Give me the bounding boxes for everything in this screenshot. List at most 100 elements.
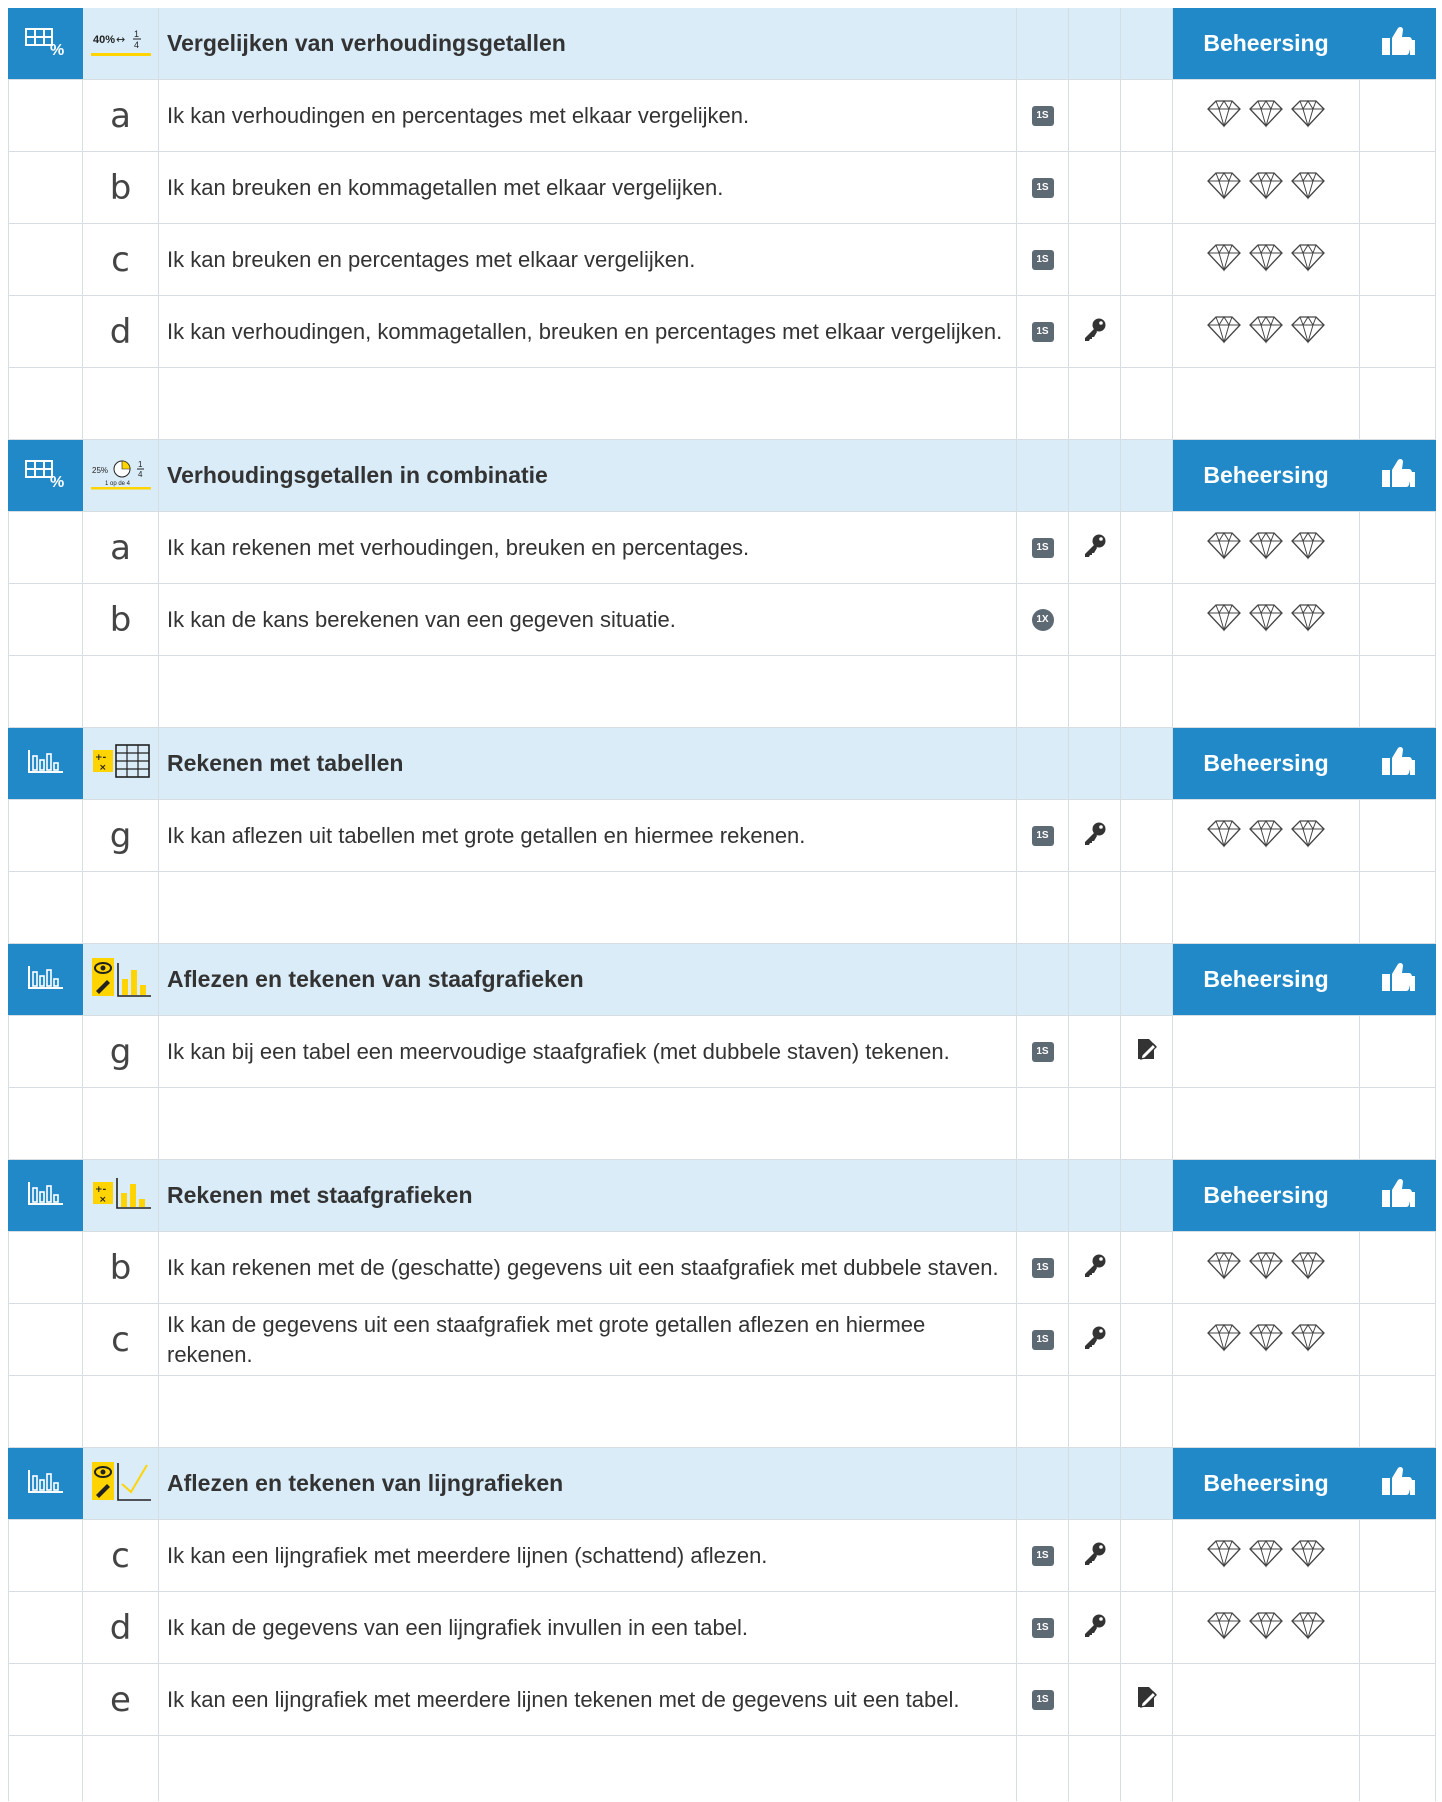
- gem-icon[interactable]: [1248, 1610, 1284, 1645]
- gem-icon[interactable]: [1290, 1250, 1326, 1285]
- calc-table-icon: +- ×: [89, 742, 153, 785]
- thumbs-up-cell[interactable]: [1360, 944, 1436, 1015]
- goal-letter: e: [110, 1679, 131, 1720]
- gem-icon[interactable]: [1290, 818, 1326, 853]
- goal-letter-cell: e: [83, 1664, 159, 1735]
- thumbs-up-icon[interactable]: [1379, 1465, 1417, 1502]
- gem-icon[interactable]: [1290, 1538, 1326, 1573]
- thumbs-up-cell[interactable]: [1360, 1160, 1436, 1231]
- gem-icon[interactable]: [1206, 602, 1242, 637]
- gem-icon[interactable]: [1248, 170, 1284, 205]
- gem-icon[interactable]: [1248, 1538, 1284, 1573]
- key-cell: [1069, 800, 1121, 871]
- gem-icon[interactable]: [1248, 242, 1284, 277]
- gem-icon[interactable]: [1206, 242, 1242, 277]
- section-title: Verhoudingsgetallen in combinatie: [167, 462, 548, 488]
- gem-icon[interactable]: [1248, 602, 1284, 637]
- goal-letter: b: [109, 1247, 132, 1288]
- thumbs-up-icon[interactable]: [1379, 457, 1417, 494]
- section-title: Aflezen en tekenen van staafgrafieken: [167, 966, 584, 992]
- spacer-row: [8, 1376, 1436, 1448]
- gem-icon[interactable]: [1248, 818, 1284, 853]
- gem-icon[interactable]: [1290, 1322, 1326, 1357]
- key-cell: [1069, 152, 1121, 223]
- empty-cell: [1121, 440, 1173, 511]
- gem-icon[interactable]: [1206, 1250, 1242, 1285]
- goal-letter: b: [109, 167, 132, 208]
- empty-cell: [8, 1232, 83, 1303]
- gem-icon[interactable]: [1290, 98, 1326, 133]
- goal-row: d Ik kan de gegevens van een lijngrafiek …: [8, 1592, 1436, 1664]
- gem-icon[interactable]: [1290, 314, 1326, 349]
- bar-chart-icon: [27, 1180, 65, 1211]
- goal-letter-cell: b: [83, 152, 159, 223]
- gem-icon[interactable]: [1206, 1322, 1242, 1357]
- draw-cell: [1121, 1664, 1173, 1735]
- thumbs-up-icon[interactable]: [1379, 961, 1417, 998]
- category-cell: [8, 1448, 83, 1519]
- thumbs-up-cell[interactable]: [1360, 728, 1436, 799]
- empty-cell: [8, 80, 83, 151]
- draw-cell: [1121, 1232, 1173, 1303]
- spacer-row: [8, 1088, 1436, 1160]
- gem-icon[interactable]: [1248, 530, 1284, 565]
- goal-description-cell: Ik kan verhoudingen, kommagetallen, breu…: [159, 296, 1017, 367]
- empty-cell: [1360, 1016, 1436, 1087]
- mastery-header: Beheersing: [1173, 728, 1360, 799]
- gem-icon[interactable]: [1290, 602, 1326, 637]
- gem-icon[interactable]: [1206, 530, 1242, 565]
- gem-icon[interactable]: [1206, 1538, 1242, 1573]
- thumbs-up-cell[interactable]: [1360, 1448, 1436, 1519]
- empty-cell: [1069, 1160, 1121, 1231]
- gem-icon[interactable]: [1290, 1610, 1326, 1645]
- section-header: % 40% ↔ 1 4 Vergelijken van verhoudingsgetall…: [8, 8, 1436, 80]
- thumbs-up-icon[interactable]: [1379, 1177, 1417, 1214]
- thumbs-up-cell[interactable]: [1360, 8, 1436, 79]
- lesson-badge: 1S: [1031, 825, 1054, 846]
- gem-icon[interactable]: [1206, 98, 1242, 133]
- gem-icon[interactable]: [1248, 314, 1284, 349]
- gem-icon[interactable]: [1206, 170, 1242, 205]
- mastery-cell: [1173, 1304, 1360, 1375]
- mastery-cell: [1173, 1016, 1360, 1087]
- lesson-badge: 1S: [1031, 1329, 1054, 1350]
- empty-cell: [1017, 440, 1069, 511]
- empty-cell: [1069, 728, 1121, 799]
- empty-cell: [1173, 368, 1360, 439]
- gem-icon[interactable]: [1290, 170, 1326, 205]
- topic-icon-cell: +- ×: [83, 1160, 159, 1231]
- goal-letter-cell: d: [83, 296, 159, 367]
- gem-icon[interactable]: [1206, 1610, 1242, 1645]
- thumbs-up-icon[interactable]: [1379, 25, 1417, 62]
- badge-cell: 1S: [1017, 80, 1069, 151]
- gem-icon[interactable]: [1248, 1322, 1284, 1357]
- empty-cell: [1069, 1736, 1121, 1801]
- empty-cell: [1017, 944, 1069, 1015]
- thumbs-up-cell[interactable]: [1360, 440, 1436, 511]
- empty-cell: [8, 368, 83, 439]
- gem-icon[interactable]: [1206, 818, 1242, 853]
- badge-cell: 1S: [1017, 224, 1069, 295]
- mastery-cell: [1173, 296, 1360, 367]
- gem-icon[interactable]: [1248, 1250, 1284, 1285]
- gem-icon[interactable]: [1290, 242, 1326, 277]
- gem-icon[interactable]: [1248, 98, 1284, 133]
- empty-cell: [1173, 656, 1360, 727]
- ratio-combination-icon: 25% 1 4 1 op de 4: [89, 455, 153, 496]
- empty-cell: [8, 1592, 83, 1663]
- category-cell: %: [8, 440, 83, 511]
- empty-cell: [1121, 368, 1173, 439]
- goal-description-cell: Ik kan een lijngrafiek met meerdere lijn…: [159, 1520, 1017, 1591]
- goal-letter: d: [109, 311, 132, 352]
- key-cell: [1069, 296, 1121, 367]
- empty-cell: [1360, 1304, 1436, 1375]
- gem-icon[interactable]: [1290, 530, 1326, 565]
- mastery-cell: [1173, 224, 1360, 295]
- empty-cell: [1360, 296, 1436, 367]
- gem-icon[interactable]: [1206, 314, 1242, 349]
- key-cell: [1069, 1304, 1121, 1375]
- lesson-badge: 1S: [1031, 1617, 1054, 1638]
- thumbs-up-icon[interactable]: [1379, 745, 1417, 782]
- empty-cell: [1017, 872, 1069, 943]
- svg-text:+-: +-: [95, 753, 107, 763]
